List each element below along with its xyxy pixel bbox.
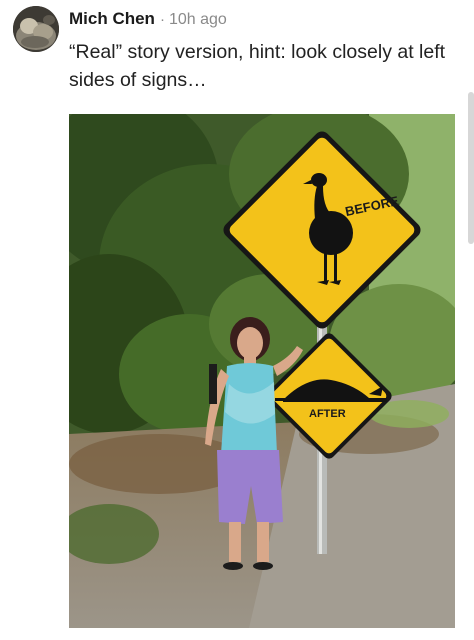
post-text: “Real” story version, hint: look closely… <box>69 41 446 91</box>
post-header: Mich Chen · 10h ago <box>69 9 227 29</box>
scrollbar[interactable] <box>468 92 474 244</box>
post-photo[interactable]: BEFORE AFTER <box>69 114 455 628</box>
sign-bottom-label: AFTER <box>309 408 346 420</box>
post-timestamp: 10h ago <box>168 11 227 28</box>
avatar-icon <box>13 6 59 52</box>
comment-post: Mich Chen · 10h ago “Real” story version… <box>0 0 474 640</box>
avatar[interactable] <box>13 6 59 52</box>
photo-image: BEFORE AFTER <box>69 114 455 628</box>
author-name[interactable]: Mich Chen <box>69 9 155 29</box>
header-separator: · <box>159 11 165 28</box>
